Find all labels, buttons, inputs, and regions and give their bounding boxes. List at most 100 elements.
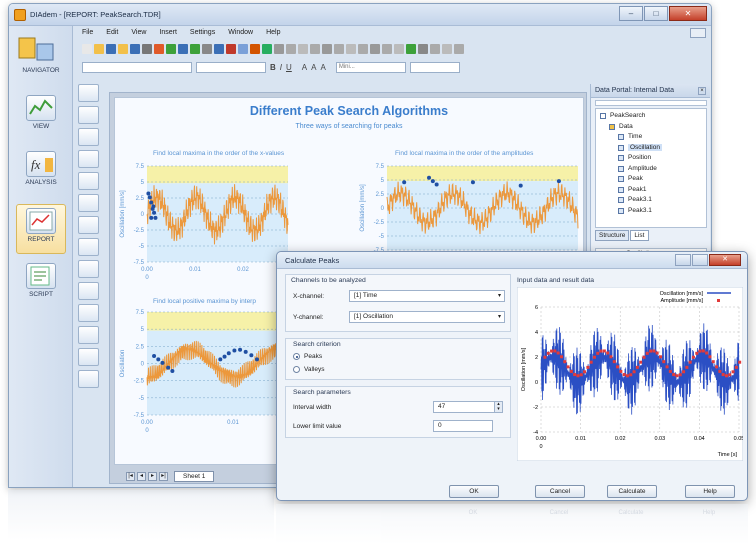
- report-object-tool-icon[interactable]: [78, 370, 99, 388]
- toolbar-tool-icon[interactable]: [202, 43, 212, 54]
- report-object-tool-icon[interactable]: [78, 150, 99, 168]
- nav-view[interactable]: VIEW: [16, 92, 66, 142]
- toolbar-tool-icon[interactable]: [394, 43, 404, 54]
- tree-node[interactable]: Data: [619, 123, 633, 130]
- interval-width-input[interactable]: 47 ▴ ▾: [433, 401, 503, 413]
- preview-chart[interactable]: Oscillation [mm/s]Amplitude [mm/s]6420-2…: [517, 287, 743, 461]
- x-channel-select[interactable]: [1] Time ▾: [349, 290, 505, 302]
- dialog-close-button[interactable]: ✕: [709, 254, 741, 266]
- report-object-tool-icon[interactable]: [78, 194, 99, 212]
- toolbar-tool-icon[interactable]: [418, 43, 428, 54]
- toolbar-tool-icon[interactable]: [262, 43, 272, 54]
- toolbar-tool-icon[interactable]: [274, 43, 284, 54]
- tree-node[interactable]: Time: [628, 133, 642, 140]
- toolbar-tool-icon[interactable]: [430, 43, 440, 54]
- toolbar-tool-icon[interactable]: [310, 43, 320, 54]
- toolbar-tool-icon[interactable]: [154, 43, 164, 54]
- report-object-tool-icon[interactable]: [78, 260, 99, 278]
- toolbar-tool-icon[interactable]: [298, 43, 308, 54]
- toolbar-tool-icon[interactable]: [82, 43, 92, 54]
- font-combo[interactable]: [82, 62, 192, 73]
- lower-limit-input[interactable]: 0: [433, 420, 493, 432]
- plot3-chart[interactable]: 7.5 5 2.5 0 -2.5 -5 -7.5 Oscillation 0.00 0.01 0: [117, 306, 292, 441]
- menu-help[interactable]: Help: [266, 26, 280, 39]
- toolbar-tool-icon[interactable]: [118, 43, 128, 54]
- minimize-button[interactable]: –: [619, 6, 643, 21]
- tab-list[interactable]: List: [630, 230, 649, 241]
- tree-node[interactable]: Position: [628, 154, 651, 161]
- report-object-tool-icon[interactable]: [78, 216, 99, 234]
- report-object-tool-icon[interactable]: [78, 304, 99, 322]
- toolbar-tool-icon[interactable]: [130, 43, 140, 54]
- menu-edit[interactable]: Edit: [106, 26, 118, 39]
- calculate-button[interactable]: Calculate: [607, 485, 657, 498]
- mdi-restore-button[interactable]: [690, 28, 706, 38]
- shrink-font-button[interactable]: A: [320, 63, 325, 72]
- tree-node[interactable]: PeakSearch: [610, 112, 645, 119]
- nav-report[interactable]: REPORT: [16, 204, 66, 254]
- italic-button[interactable]: I: [280, 63, 282, 72]
- menu-insert[interactable]: Insert: [159, 26, 177, 39]
- maximize-button[interactable]: □: [644, 6, 668, 21]
- toolbar-tool-icon[interactable]: [358, 43, 368, 54]
- report-object-tool-icon[interactable]: [78, 172, 99, 190]
- peaks-radio[interactable]: [293, 353, 300, 360]
- ok-button[interactable]: OK: [449, 485, 499, 498]
- tree-node[interactable]: Peak3.1: [628, 207, 652, 214]
- y-channel-select[interactable]: [1] Oscillation ▾: [349, 311, 505, 323]
- sheet-tab[interactable]: Sheet 1: [174, 471, 215, 482]
- toolbar-tool-icon[interactable]: [250, 43, 260, 54]
- report-object-tool-icon[interactable]: [78, 238, 99, 256]
- font-color-button[interactable]: A: [302, 63, 307, 72]
- nav-analysis[interactable]: fx ANALYSIS: [16, 148, 66, 198]
- menu-view[interactable]: View: [131, 26, 146, 39]
- cancel-button[interactable]: Cancel: [535, 485, 585, 498]
- dialog-minimize-button[interactable]: [675, 254, 691, 266]
- tree-node[interactable]: Amplitude: [628, 165, 657, 172]
- last-sheet-button[interactable]: ▸|: [159, 472, 168, 481]
- menu-settings[interactable]: Settings: [190, 26, 215, 39]
- toolbar-tool-icon[interactable]: [190, 43, 200, 54]
- interval-spin-icon[interactable]: ▴ ▾: [494, 401, 503, 413]
- toolbar-tool-icon[interactable]: [286, 43, 296, 54]
- tab-structure[interactable]: Structure: [595, 230, 630, 241]
- underline-button[interactable]: U: [286, 63, 292, 72]
- plot1-chart[interactable]: 7.5 5 2.5 0 -2.5 -5 -7.5 Oscillation [mm/s] 0.00…: [117, 160, 292, 282]
- valleys-radio[interactable]: [293, 366, 300, 373]
- toolbar-tool-icon[interactable]: [106, 43, 116, 54]
- grow-font-button[interactable]: A: [311, 63, 316, 72]
- mini-combo[interactable]: Mini...: [335, 62, 406, 73]
- report-object-tool-icon[interactable]: [78, 84, 99, 102]
- dialog-maximize-button[interactable]: [692, 254, 708, 266]
- first-sheet-button[interactable]: |◂: [126, 472, 135, 481]
- close-button[interactable]: ✕: [669, 6, 707, 21]
- portal-close-icon[interactable]: ×: [698, 87, 706, 95]
- tree-node[interactable]: Peak3.1: [628, 196, 652, 203]
- navigator-icon[interactable]: [17, 34, 57, 64]
- next-sheet-button[interactable]: ▸: [148, 472, 157, 481]
- bold-button[interactable]: B: [270, 63, 276, 72]
- tree-node[interactable]: Oscillation: [628, 143, 662, 151]
- portal-filter-bar[interactable]: [595, 100, 707, 106]
- toolbar-tool-icon[interactable]: [178, 43, 188, 54]
- report-object-tool-icon[interactable]: [78, 282, 99, 300]
- help-button[interactable]: Help: [685, 485, 735, 498]
- menu-window[interactable]: Window: [228, 26, 253, 39]
- menu-file[interactable]: File: [82, 26, 93, 39]
- toolbar-tool-icon[interactable]: [238, 43, 248, 54]
- toolbar-tool-icon[interactable]: [382, 43, 392, 54]
- size-combo[interactable]: [196, 62, 266, 73]
- report-object-tool-icon[interactable]: [78, 348, 99, 366]
- toolbar-tool-icon[interactable]: [442, 43, 452, 54]
- toolbar-tool-icon[interactable]: [226, 43, 236, 54]
- toolbar-tool-icon[interactable]: [406, 43, 416, 54]
- toolbar-tool-icon[interactable]: [214, 43, 224, 54]
- report-object-tool-icon[interactable]: [78, 106, 99, 124]
- tree-node[interactable]: Peak1: [628, 186, 646, 193]
- tree-node[interactable]: Peak: [628, 175, 643, 182]
- plot2-chart[interactable]: 7.552.50-2.5-5-7.5Oscillation [mm/s]: [357, 160, 582, 260]
- toolbar-tool-icon[interactable]: [166, 43, 176, 54]
- toolbar-tool-icon[interactable]: [322, 43, 332, 54]
- toolbar-tool-icon[interactable]: [142, 43, 152, 54]
- prev-sheet-button[interactable]: ◂: [137, 472, 146, 481]
